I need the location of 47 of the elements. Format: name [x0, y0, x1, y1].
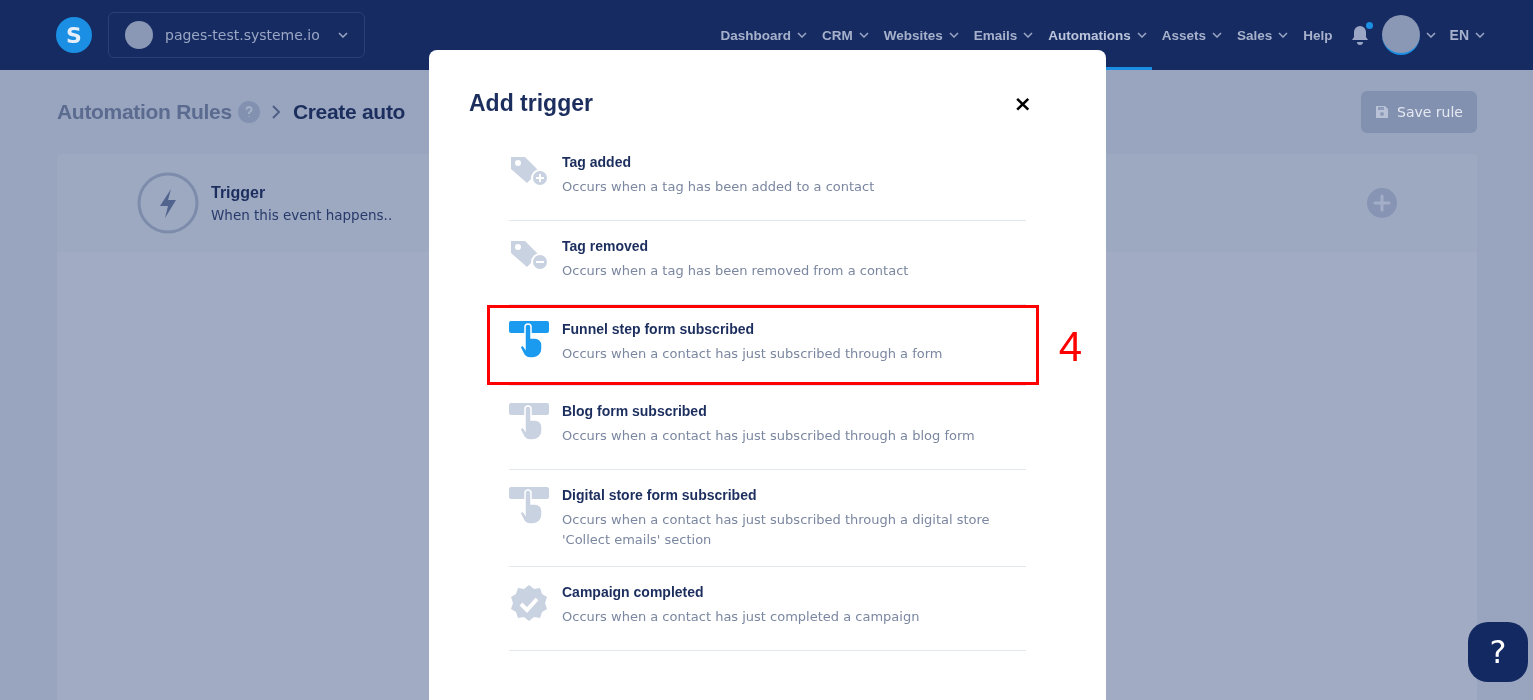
option-description: Occurs when a contact has just subscribed through a blog form	[562, 427, 975, 445]
option-description: Occurs when a tag has been added to a contact	[562, 178, 875, 196]
option-description: Occurs when a contact has just subscribed through a form	[562, 345, 943, 363]
option-description: Occurs when a contact has just completed a campaign	[562, 608, 920, 626]
step-number: 4	[1058, 323, 1082, 371]
modal-title: Add trigger	[469, 90, 593, 117]
trigger-title: Trigger	[211, 183, 267, 202]
trigger-option[interactable]: Digital store form subscribed Occurs when a contact has just subscribed through a digital store 'Collect emails' section	[509, 470, 1026, 567]
nav-link[interactable]: Help	[1298, 0, 1338, 70]
lightning-bolt-icon	[137, 172, 199, 234]
page-title: Create auto	[292, 100, 406, 124]
trigger-option[interactable]: Blog form subscribed Occurs when a contact has just subscribed through a blog form	[509, 386, 1026, 470]
hand-pointer-icon	[509, 403, 549, 441]
option-description: Occurs when a tag has been removed from a contact	[562, 262, 909, 280]
nav-link[interactable]: Emails	[968, 0, 1039, 70]
option-title: Blog form subscribed	[562, 403, 708, 419]
hand-pointer-icon	[509, 321, 549, 359]
check-badge-icon	[509, 584, 549, 624]
option-title: Campaign completed	[562, 584, 705, 600]
nav-link[interactable]: Websites	[878, 0, 964, 70]
language-selector[interactable]: EN	[1449, 27, 1485, 43]
avatar	[125, 21, 153, 49]
nav-link[interactable]: Dashboard	[715, 0, 812, 70]
hand-pointer-icon	[509, 487, 549, 525]
site-selector[interactable]: pages-test.systeme.io	[108, 12, 365, 58]
option-title: Tag added	[562, 154, 632, 170]
nav-link[interactable]: Assets	[1156, 0, 1227, 70]
option-description: Occurs when a contact has just subscribed through a digital store 'Collect emails' section	[562, 511, 991, 549]
option-title: Digital store form subscribed	[562, 487, 758, 503]
option-title: Funnel step form subscribed	[562, 321, 756, 337]
bell-icon[interactable]	[1349, 24, 1370, 46]
chevron-icon	[271, 105, 281, 119]
close-button[interactable]: ×	[1009, 91, 1036, 116]
avatar	[1381, 15, 1420, 55]
chevron-icon	[1475, 32, 1485, 38]
help-button[interactable]: ?	[1468, 622, 1528, 682]
profile-menu[interactable]	[1381, 15, 1436, 55]
trigger-option[interactable]: Campaign completed Occurs when a contact has just completed a campaign	[509, 567, 1026, 651]
option-title: Tag removed	[562, 238, 650, 254]
trigger-option[interactable]: Tag removed Occurs when a tag has been removed from a contact	[509, 221, 1026, 305]
nav-link[interactable]: Sales	[1232, 0, 1294, 70]
trigger-option[interactable]: Funnel step form subscribed Occurs when a contact has just subscribed through a form	[509, 308, 1026, 382]
nav-link[interactable]: CRM	[816, 0, 874, 70]
trigger-subtitle: When this event happens..	[211, 206, 393, 223]
chevron-icon	[1425, 32, 1436, 38]
trigger-option[interactable]: Tag added Occurs when a tag has been added to a contact	[509, 137, 1026, 221]
chevron-icon	[337, 32, 348, 38]
